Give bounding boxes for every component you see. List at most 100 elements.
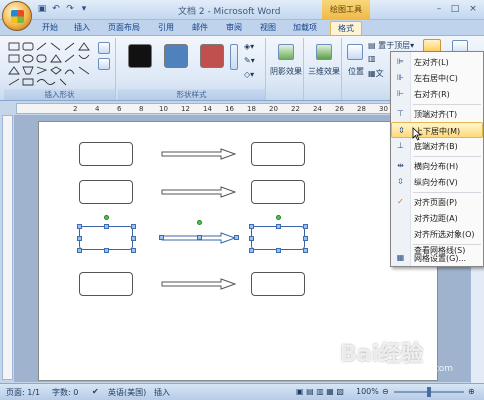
arrow-shape[interactable] — [161, 278, 237, 290]
tab-addins[interactable]: 加载项 — [288, 21, 322, 35]
undo-icon[interactable]: ↶ — [50, 3, 62, 15]
selected-rectangle-shape[interactable] — [79, 226, 133, 250]
rounded-rectangle-shape[interactable] — [251, 142, 305, 166]
threed-effects-button[interactable]: 三维效果 — [308, 66, 340, 77]
style-swatch-blue[interactable] — [164, 44, 188, 68]
rounded-rectangle-shape[interactable] — [251, 180, 305, 204]
menu-item-align-right[interactable]: ⊩ 右对齐(R) — [391, 86, 483, 102]
resize-handle[interactable] — [131, 236, 136, 241]
resize-handle[interactable] — [131, 248, 136, 253]
threed-effects-icon[interactable] — [316, 44, 332, 60]
tab-review[interactable]: 审阅 — [222, 21, 246, 35]
arrow-shape[interactable] — [161, 148, 237, 160]
grid-settings-icon: ▦ — [396, 253, 405, 262]
shadow-effects-button[interactable]: 阴影效果 — [270, 66, 302, 77]
tab-mailings[interactable]: 邮件 — [188, 21, 212, 35]
bring-to-front-button[interactable]: ▤ 置于顶层▾ — [368, 40, 414, 51]
tab-references[interactable]: 引用 — [154, 21, 178, 35]
tab-format[interactable]: 格式 — [330, 21, 362, 35]
resize-handle[interactable] — [303, 236, 308, 241]
menu-item-align-to-page[interactable]: ✓ 对齐页面(P) — [391, 194, 483, 210]
resize-handle[interactable] — [303, 224, 308, 229]
tab-view[interactable]: 视图 — [256, 21, 280, 35]
menu-item-align-middle[interactable]: ⇕ 上下居中(M) — [391, 122, 483, 138]
change-shape-icon[interactable]: ◇▾ — [244, 70, 254, 79]
resize-handle[interactable] — [159, 235, 164, 240]
resize-handle[interactable] — [77, 248, 82, 253]
rotation-handle[interactable] — [104, 215, 109, 220]
page-count[interactable]: 页面: 1/1 — [6, 387, 40, 398]
rotation-handle[interactable] — [197, 220, 202, 225]
menu-item-align-top[interactable]: ⊤ 顶端对齐(T) — [391, 106, 483, 122]
arrow-shape[interactable] — [161, 186, 237, 198]
menu-item-align-left[interactable]: ⊫ 左对齐(L) — [391, 54, 483, 70]
line-color-icon[interactable]: ✎▾ — [244, 56, 255, 65]
resize-handle[interactable] — [77, 224, 82, 229]
save-icon[interactable]: ▣ — [36, 3, 48, 15]
tab-insert[interactable]: 插入 — [70, 21, 94, 35]
tab-page-layout[interactable]: 页面布局 — [102, 21, 146, 35]
edit-shape-icon[interactable] — [98, 42, 110, 54]
align-center-icon: ⊪ — [397, 73, 404, 82]
shadow-effects-icon[interactable] — [278, 44, 294, 60]
language[interactable]: 英语(美国) — [108, 387, 146, 398]
style-swatch-black[interactable] — [128, 44, 152, 68]
menu-item-grid-settings[interactable]: ▦ 网格设置(G)... — [391, 250, 483, 266]
resize-handle[interactable] — [303, 248, 308, 253]
redo-icon[interactable]: ↷ — [64, 3, 76, 15]
resize-handle[interactable] — [276, 248, 281, 253]
menu-item-align-bottom[interactable]: ⊥ 底端对齐(B) — [391, 138, 483, 154]
resize-handle[interactable] — [77, 236, 82, 241]
menu-item-label: 对齐边距(A) — [414, 214, 458, 223]
text-wrapping-button[interactable]: ▦文 — [368, 68, 384, 79]
minimize-button[interactable]: – — [432, 3, 446, 15]
zoom-slider-thumb[interactable] — [427, 387, 431, 397]
selected-rectangle-shape[interactable] — [251, 226, 305, 250]
resize-handle[interactable] — [197, 235, 202, 240]
zoom-level[interactable]: 100% — [356, 387, 379, 396]
zoom-in-icon[interactable]: ⊕ — [468, 387, 475, 396]
resize-handle[interactable] — [104, 224, 109, 229]
group-label-insert-shapes: 插入形状 — [4, 89, 115, 100]
office-button[interactable] — [2, 1, 32, 31]
vertical-ruler[interactable] — [2, 115, 13, 380]
menu-separator — [413, 156, 481, 157]
menu-item-align-center[interactable]: ⊪ 左右居中(C) — [391, 70, 483, 86]
distribute-horizontal-icon: ⇹ — [397, 161, 404, 170]
position-button[interactable]: 位置 — [346, 66, 366, 77]
resize-handle[interactable] — [276, 224, 281, 229]
title-bar: ▣ ↶ ↷ ▾ 文档 2 - Microsoft Word 绘图工具 – □ × — [0, 0, 484, 31]
word-count[interactable]: 字数: 0 — [52, 387, 78, 398]
tab-home[interactable]: 开始 — [38, 21, 62, 35]
ruler-number: 24 — [313, 105, 322, 113]
resize-handle[interactable] — [234, 235, 239, 240]
rounded-rectangle-shape[interactable] — [79, 180, 133, 204]
zoom-out-icon[interactable]: ⊖ — [382, 387, 389, 396]
insert-mode[interactable]: 插入 — [154, 387, 170, 398]
rounded-rectangle-shape[interactable] — [251, 272, 305, 296]
fill-color-icon[interactable]: ◈▾ — [244, 42, 254, 51]
menu-item-align-selected[interactable]: 对齐所选对象(O) — [391, 226, 483, 242]
draw-textbox-icon[interactable] — [98, 58, 110, 70]
view-buttons[interactable]: ▣ ▤ ▥ ▦ ▧ — [296, 387, 344, 396]
proofing-icon[interactable]: ✔ — [92, 387, 99, 396]
maximize-button[interactable]: □ — [448, 3, 462, 15]
close-button[interactable]: × — [466, 3, 480, 15]
menu-item-distribute-horizontal[interactable]: ⇹ 横向分布(H) — [391, 158, 483, 174]
menu-item-align-to-margin[interactable]: 对齐边距(A) — [391, 210, 483, 226]
qat-customize-icon[interactable]: ▾ — [78, 3, 90, 15]
resize-handle[interactable] — [104, 248, 109, 253]
resize-handle[interactable] — [249, 236, 254, 241]
shapes-gallery[interactable] — [8, 42, 98, 86]
rotation-handle[interactable] — [276, 215, 281, 220]
styles-scroll-icon[interactable] — [230, 44, 238, 70]
rounded-rectangle-shape[interactable] — [79, 272, 133, 296]
position-icon[interactable] — [347, 44, 363, 60]
style-swatch-red[interactable] — [200, 44, 224, 68]
resize-handle[interactable] — [131, 224, 136, 229]
send-to-back-icon[interactable]: ▥ — [368, 54, 376, 63]
resize-handle[interactable] — [249, 224, 254, 229]
rounded-rectangle-shape[interactable] — [79, 142, 133, 166]
resize-handle[interactable] — [249, 248, 254, 253]
menu-item-distribute-vertical[interactable]: ⇳ 纵向分布(V) — [391, 174, 483, 190]
